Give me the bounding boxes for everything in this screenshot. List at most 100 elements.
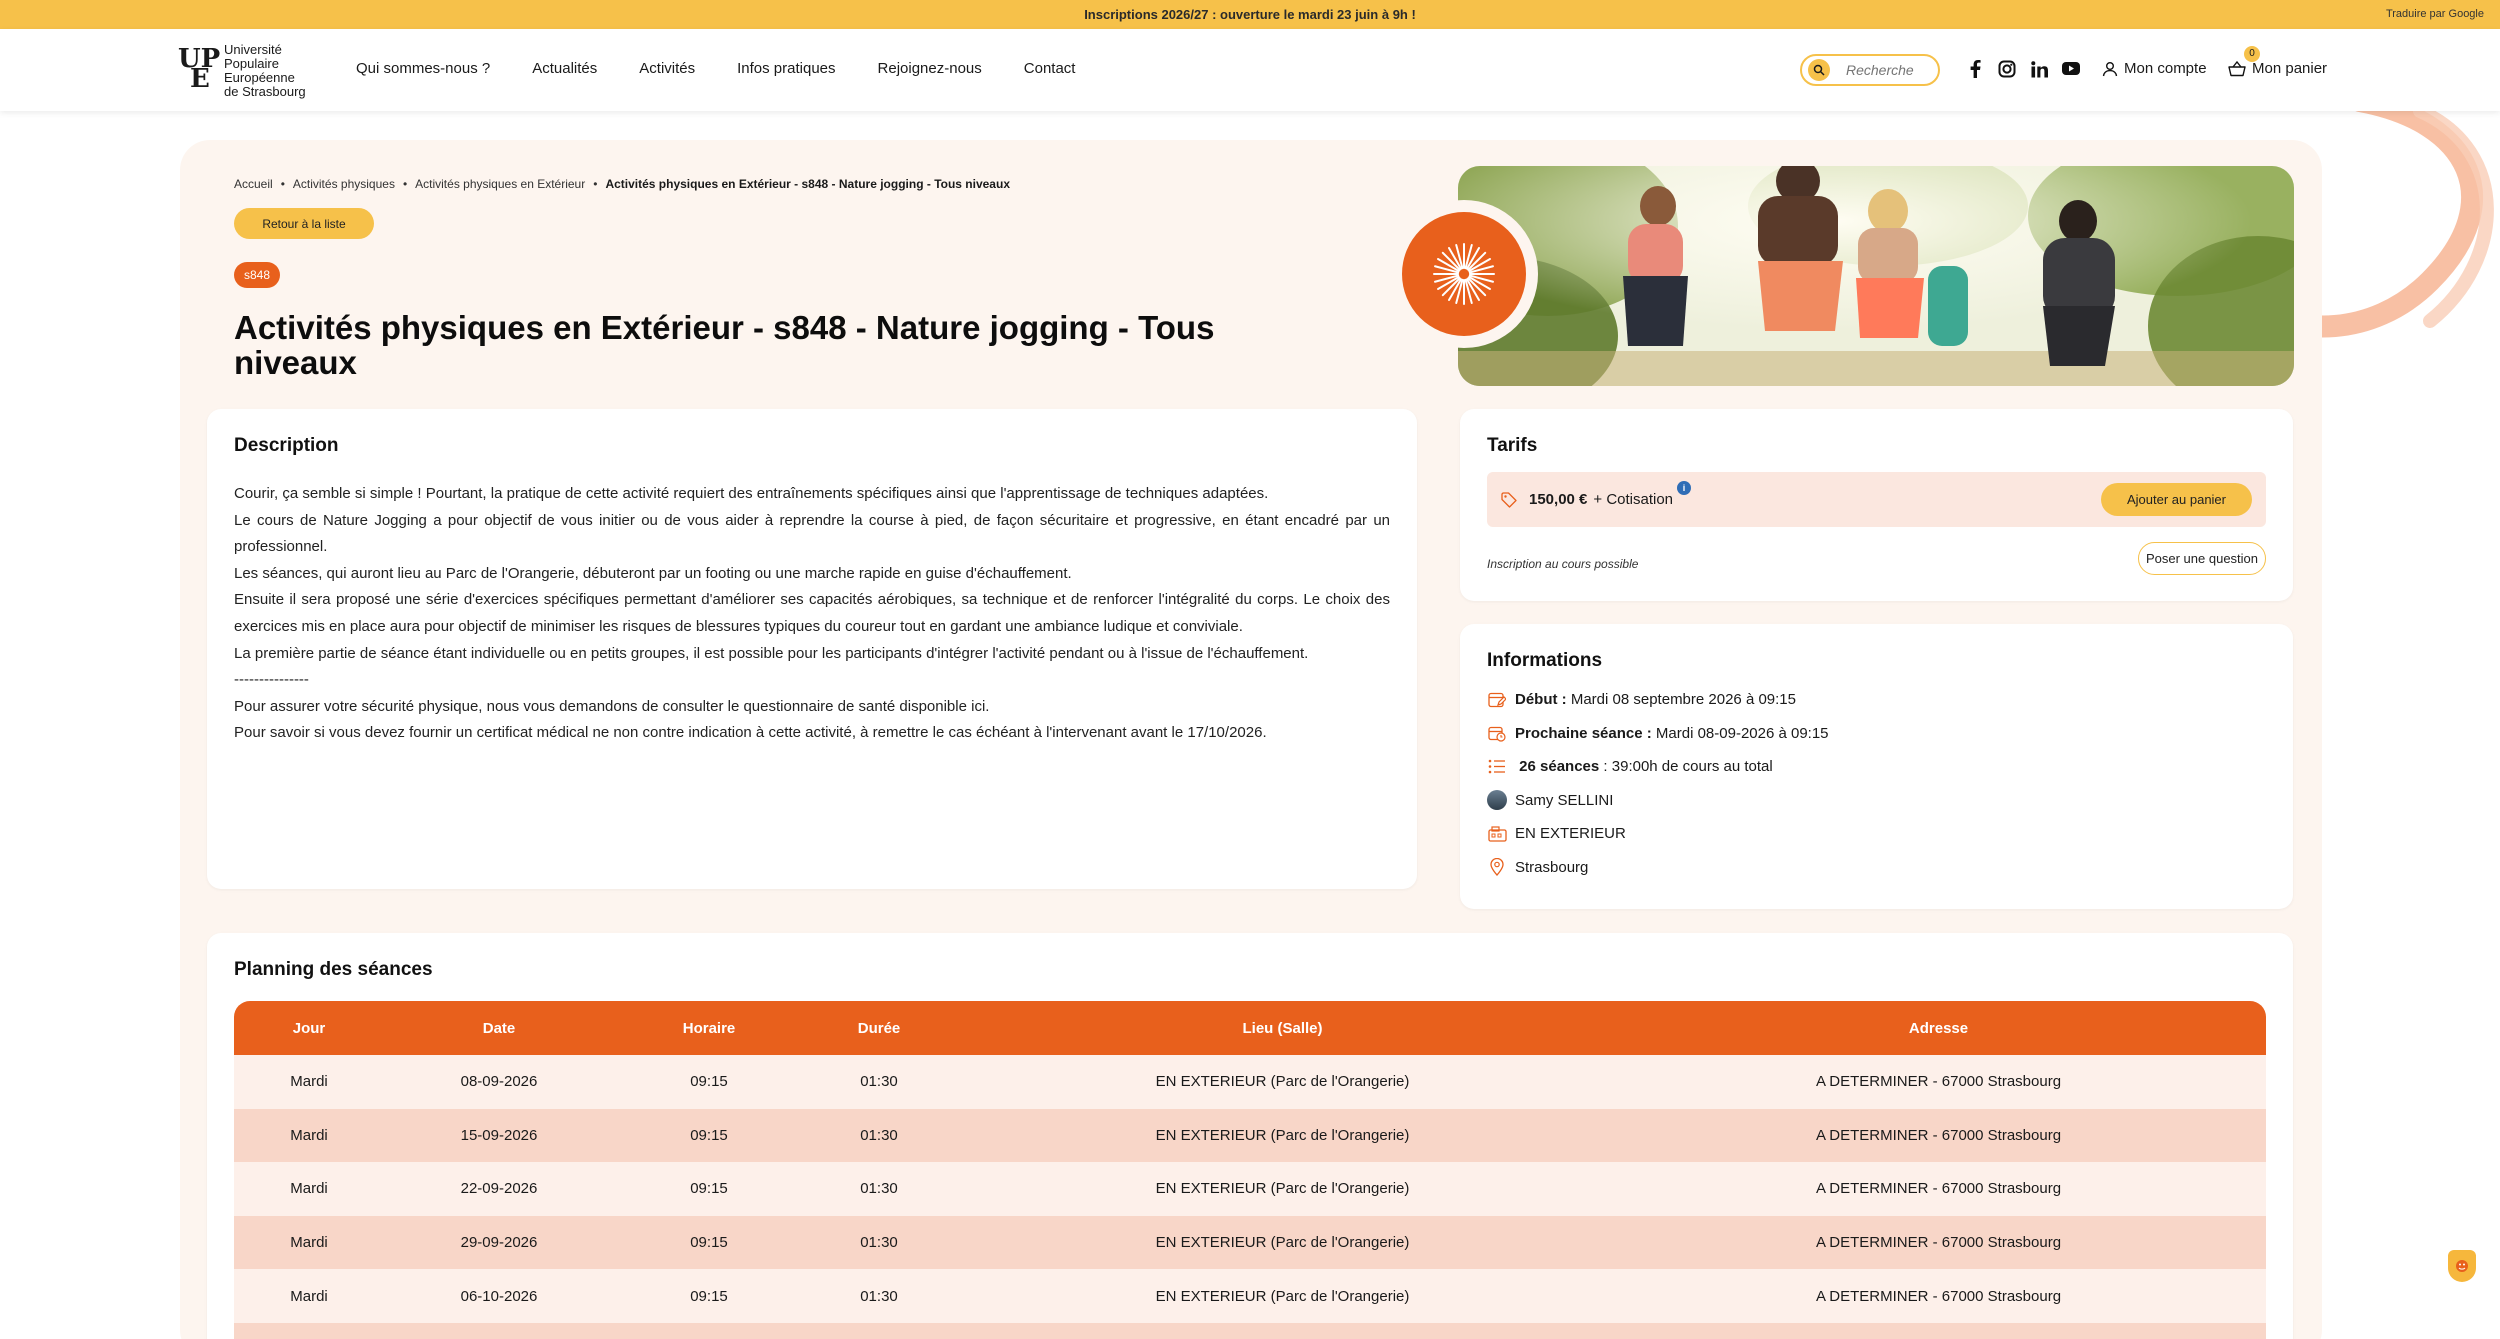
description-body: Courir, ça semble si simple ! Pourtant, …	[234, 481, 1390, 747]
planning-cell: Mardi	[234, 1215, 384, 1270]
planning-card: Planning des séances Jour Date Horaire D…	[207, 933, 2293, 1339]
next-session-value: Mardi 08-09-2026 à 09:15	[1655, 724, 1829, 742]
planning-row	[234, 1322, 2266, 1339]
cart-icon: 0	[2228, 45, 2260, 77]
planning-cell	[614, 1322, 804, 1339]
tarifs-card: Tarifs 150,00 € + Cotisation i Ajouter a…	[1460, 409, 2293, 601]
instagram-icon[interactable]	[1998, 60, 2016, 78]
logo-line: Populaire	[224, 56, 279, 71]
breadcrumb-separator: •	[593, 177, 598, 191]
planning-row: Mardi 29-09-2026 09:15 01:30 EN EXTERIEUR (P…	[234, 1215, 2266, 1270]
cart-count-badge: 0	[2244, 45, 2260, 62]
planning-cell: 01:30	[804, 1108, 954, 1163]
planning-cell: 22-09-2026	[384, 1162, 614, 1216]
planning-cell: EN EXTERIEUR (Parc de l'Orangerie)	[954, 1269, 1611, 1323]
informations-heading: Informations	[1487, 650, 1603, 671]
translate-link[interactable]: Traduire par Google	[2386, 8, 2484, 20]
info-start: Début : Mardi 08 septembre 2026 à 09:15	[1487, 690, 1829, 710]
runners-illustration	[1458, 166, 2294, 386]
description-paragraph: Pour assurer votre sécurité physique, no…	[234, 697, 990, 715]
account-link[interactable]: Mon compte	[2102, 60, 2207, 77]
sessions-label: 26 séances	[1519, 758, 1600, 776]
description-paragraph: Pour savoir si vous devez fournir un cer…	[234, 724, 1267, 742]
info-icon[interactable]: i	[1677, 480, 1692, 495]
description-heading: Description	[234, 435, 339, 456]
nav-item-activites[interactable]: Activités	[639, 60, 695, 77]
activity-code-badge: s848	[234, 262, 281, 288]
info-next-session: Prochaine séance : Mardi 08-09-2026 à 09…	[1487, 724, 1829, 744]
search-input[interactable]	[1846, 62, 1936, 78]
search-box	[1800, 54, 1940, 86]
breadcrumb-item[interactable]: Accueil	[234, 177, 273, 191]
site-header: UP E Université Populaire Européenne de …	[0, 29, 2500, 111]
sun-icon	[1402, 212, 1526, 336]
nav-item-contact[interactable]: Contact	[1024, 60, 1076, 77]
site-logo[interactable]: UP E Université Populaire Européenne de …	[176, 43, 306, 99]
youtube-icon[interactable]	[2062, 60, 2080, 78]
column-header-jour: Jour	[234, 1001, 384, 1055]
nav-item-qui-sommes-nous[interactable]: Qui sommes-nous ?	[356, 60, 490, 77]
description-paragraph: Ensuite il sera proposé une série d'exer…	[234, 591, 1390, 635]
planning-cell: EN EXTERIEUR (Parc de l'Orangerie)	[954, 1055, 1611, 1109]
nav-item-rejoignez-nous[interactable]: Rejoignez-nous	[878, 60, 982, 77]
planning-cell: 01:30	[804, 1162, 954, 1216]
price-tag-icon	[1501, 491, 1517, 508]
nav-item-actualites[interactable]: Actualités	[532, 60, 597, 77]
linkedin-icon[interactable]	[2030, 60, 2048, 78]
breadcrumb-separator: •	[280, 177, 285, 191]
search-icon[interactable]	[1808, 59, 1830, 81]
breadcrumb-item[interactable]: Activités physiques en Extérieur	[415, 177, 585, 191]
planning-row: Mardi 22-09-2026 09:15 01:30 EN EXTERIEUR (P…	[234, 1162, 2266, 1216]
planning-cell: 06-10-2026	[384, 1269, 614, 1323]
planning-cell: 08-09-2026	[384, 1055, 614, 1109]
next-session-label: Prochaine séance :	[1515, 724, 1652, 742]
map-pin-icon	[1487, 858, 1507, 877]
ask-question-button[interactable]: Poser une question	[2138, 542, 2266, 575]
planning-cell: A DETERMINER - 67000 Strasbourg	[1611, 1215, 2266, 1270]
activity-category-badge	[1390, 200, 1538, 348]
facebook-icon[interactable]	[1966, 60, 1984, 78]
nav-item-infos-pratiques[interactable]: Infos pratiques	[737, 60, 835, 77]
cart-link[interactable]: 0 Mon panier	[2228, 45, 2327, 77]
main-nav: Qui sommes-nous ? Actualités Activités I…	[356, 60, 1075, 77]
start-value: Mardi 08 septembre 2026 à 09:15	[1570, 691, 1796, 709]
planning-table: Jour Date Horaire Durée Lieu (Salle) Adr…	[234, 1001, 2266, 1339]
planning-heading: Planning des séances	[234, 959, 433, 980]
planning-cell: A DETERMINER - 67000 Strasbourg	[1611, 1162, 2266, 1216]
planning-cell: Mardi	[234, 1162, 384, 1216]
teacher-name[interactable]: Samy SELLINI	[1515, 792, 1613, 809]
planning-row: Mardi 08-09-2026 09:15 01:30 EN EXTERIEUR (P…	[234, 1055, 2266, 1109]
planning-cell: 09:15	[614, 1269, 804, 1323]
planning-cell: Mardi	[234, 1108, 384, 1163]
planning-cell: EN EXTERIEUR (Parc de l'Orangerie)	[954, 1162, 1611, 1216]
price-row: 150,00 € + Cotisation i Ajouter au panie…	[1487, 472, 2266, 527]
user-icon	[2102, 61, 2118, 76]
planning-cell: A DETERMINER - 67000 Strasbourg	[1611, 1108, 2266, 1163]
planning-cell: 01:30	[804, 1215, 954, 1270]
logo-text: Université Populaire Européenne de Stras…	[224, 43, 306, 99]
description-separator: ---------------	[234, 671, 309, 689]
add-to-cart-button[interactable]: Ajouter au panier	[2101, 483, 2252, 516]
cookie-settings-icon[interactable]	[2448, 1250, 2476, 1282]
city-name: Strasbourg	[1515, 858, 1589, 876]
description-card: Description Courir, ça semble si simple …	[207, 409, 1417, 889]
column-header-lieu: Lieu (Salle)	[954, 1001, 1611, 1055]
logo-line: de Strasbourg	[224, 84, 306, 99]
column-header-horaire: Horaire	[614, 1001, 804, 1055]
registration-note: Inscription au cours possible	[1487, 557, 1639, 571]
informations-list: Début : Mardi 08 septembre 2026 à 09:15 …	[1487, 690, 1829, 877]
description-paragraph: Le cours de Nature Jogging a pour object…	[234, 511, 1390, 556]
planning-cell: Mardi	[234, 1269, 384, 1323]
info-teacher: Samy SELLINI	[1487, 790, 1829, 811]
account-label: Mon compte	[2124, 60, 2207, 77]
building-icon	[1487, 825, 1507, 843]
breadcrumb-item[interactable]: Activités physiques	[293, 177, 395, 191]
info-place: EN EXTERIEUR	[1487, 824, 1829, 844]
price-amount: 150,00 €	[1529, 491, 1588, 508]
planning-cell	[954, 1322, 1611, 1339]
announcement-text: Inscriptions 2026/27 : ouverture le mard…	[1084, 7, 1416, 22]
back-to-list-button[interactable]: Retour à la liste	[234, 208, 374, 239]
planning-cell: 09:15	[614, 1108, 804, 1163]
info-sessions: 26 séances : 39:00h de cours au total	[1487, 757, 1829, 777]
tarifs-heading: Tarifs	[1487, 435, 1538, 456]
